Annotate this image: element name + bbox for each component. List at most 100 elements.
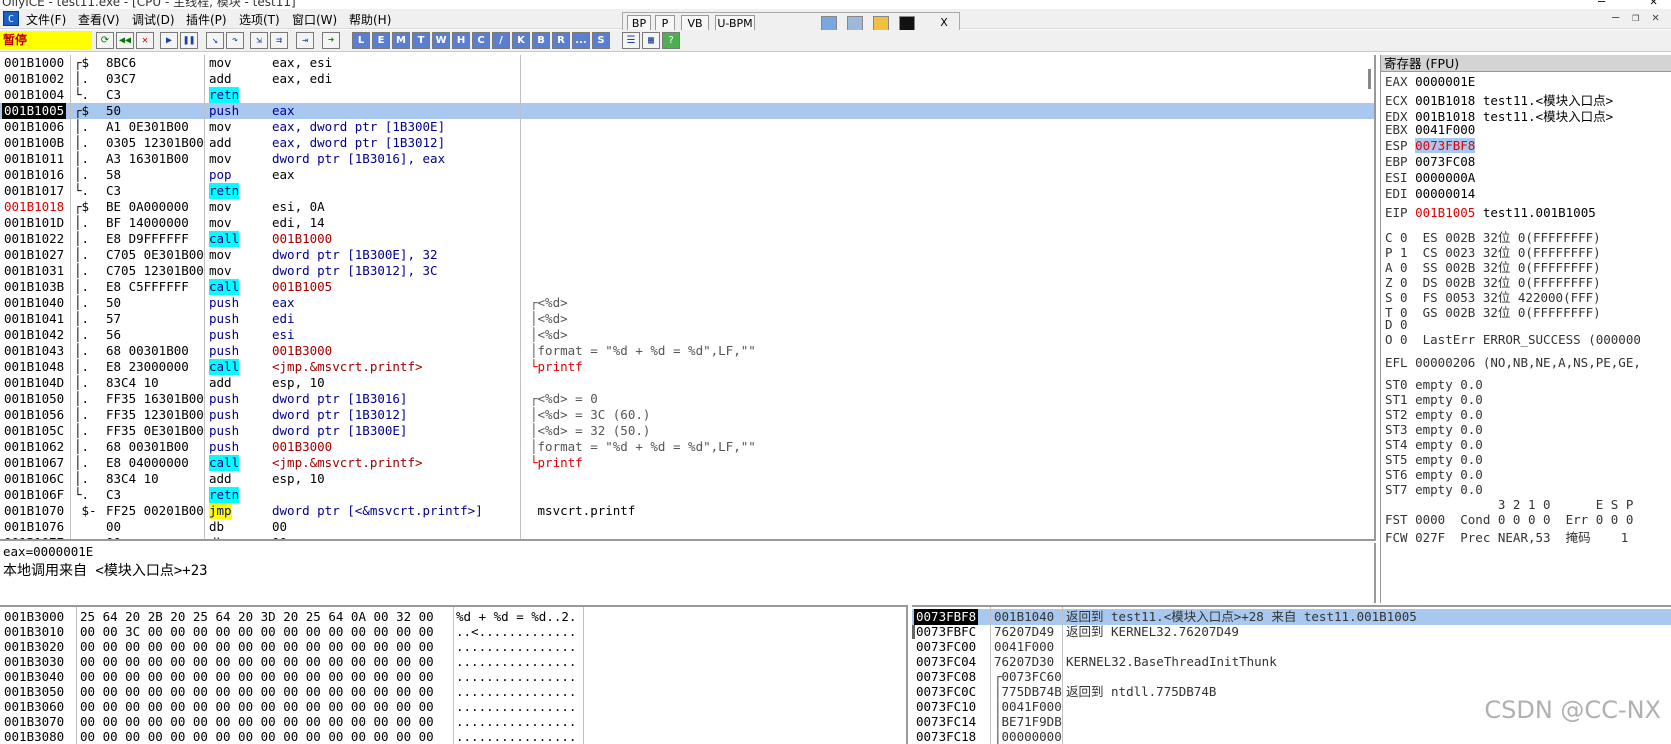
close-window-icon[interactable]: ✕ [1650,0,1657,8]
disasm-row[interactable]: 001B100B │. 0305 12301B00 add eax, dword ptr… [0,135,1374,151]
disasm-row[interactable]: 001B1027 │. C705 0E301B00 mov dword ptr [1B3… [0,247,1374,263]
app-icon[interactable]: C [3,11,19,26]
disasm-operand: <jmp.&msvcrt.printf> [272,359,423,374]
disasm-row[interactable]: 001B1000 ┌$ 8BC6 mov eax, esi [0,55,1374,71]
disasm-address: 001B105C [4,423,65,438]
disasm-row[interactable]: 001B1050 │. FF35 16301B00 push dword ptr [1B… [0,391,1374,407]
disasm-mnemonic: add [209,375,232,390]
child-restore-icon[interactable]: ❐ [1632,10,1639,24]
disasm-row[interactable]: 001B1002 │. 03C7 add eax, edi [0,71,1374,87]
disasm-address: 001B106F [4,487,65,502]
menu-options[interactable]: 选项(T) [239,11,280,28]
reload-icon[interactable]: ⟳ [96,32,114,49]
menu-file[interactable]: 文件(F) [26,11,66,28]
disasm-row[interactable]: 001B1070 $- FF25 00201B00 jmp dword ptr [<&… [0,503,1374,519]
stack-row[interactable]: 0073FC04 76207D30 KERNEL32.BaseThreadInitT… [912,654,1671,670]
register-esi-part: 0000000A [1415,170,1476,185]
dump-ascii: %d + %d = %d..2. [456,609,577,624]
disasm-comment: │<%d> [530,311,568,326]
flag-row: O 0 LastErr ERROR_SUCCESS (000000 [1385,332,1648,347]
toolbar-button-w[interactable]: W [432,32,450,49]
child-close-icon[interactable]: ✕ [1652,10,1659,24]
disasm-row[interactable]: 001B104D │. 83C4 10 add esp, 10 [0,375,1374,391]
register-ebp: EBP 0073FC08 [1385,154,1490,169]
child-minimize-icon[interactable]: ‒ [1612,10,1619,24]
toolbar-button-r[interactable]: R [552,32,570,49]
rewind-icon[interactable]: ◀◀ [116,32,134,49]
disasm-operand: eax [272,167,295,182]
disasm-row[interactable]: 001B103B │. E8 C5FFFFFF call 001B1005 [0,279,1374,295]
stack-row[interactable]: 0073FC08 ┌0073FC60 [912,669,1671,685]
fpu-st-row: ST0 empty 0.0 [1385,377,1490,392]
step-over-icon[interactable]: ↷ [226,32,244,49]
disasm-row[interactable]: 001B1017 └. C3 retn [0,183,1374,199]
disasm-comment: └printf [530,455,583,470]
disasm-hex: FF35 16301B00 [106,391,204,406]
disasm-row[interactable]: 001B105C │. FF35 0E301B00 push dword ptr [1B… [0,423,1374,439]
disasm-row[interactable]: 001B1077 00 db 00 [0,535,1374,539]
disasm-row[interactable]: 001B1067 │. E8 04000000 call <jmp.&msvcrt.pr… [0,455,1374,471]
disasm-row[interactable]: 001B1005 ┌$ 50 push eax [0,103,1374,119]
info-pane: eax=0000001E 本地调用来自 <模块入口点>+23 [0,543,1376,603]
trace-into-icon[interactable]: ⇲ [250,32,268,49]
stack-row[interactable]: 0073FBFC 76207D49 返回到 KERNEL32.76207D49 [912,624,1671,640]
disasm-scroll-thumb[interactable] [1368,69,1371,89]
disasm-hex: 50 [106,295,122,310]
disasm-row[interactable]: 001B1076 00 db 00 [0,519,1374,535]
disasm-hex: C3 [106,487,122,502]
toolbar-button-c[interactable]: C [472,32,490,49]
menu-window[interactable]: 窗口(W) [292,11,337,28]
disasm-row[interactable]: 001B1022 │. E8 D9FFFFFF call 001B1000 [0,231,1374,247]
toolbar-button-h[interactable]: H [452,32,470,49]
toolbar-button-dots[interactable]: ... [572,32,590,49]
menu-plugins[interactable]: 插件(P) [186,11,227,28]
menu-help[interactable]: 帮助(H) [349,11,391,28]
disasm-row[interactable]: 001B106F └. C3 retn [0,487,1374,503]
disasm-row[interactable]: 001B1011 │. A3 16301B00 mov dword ptr [1B301… [0,151,1374,167]
stack-row[interactable]: 0073FBF8 001B1040 返回到 test11.<模块入口点>+28 来自… [912,609,1671,625]
disasm-row[interactable]: 001B1006 │. A1 0E301B00 mov eax, dword ptr [… [0,119,1374,135]
dump-hex: 00 00 00 00 00 00 00 00 00 00 00 00 00 0… [80,654,434,669]
goto-icon[interactable]: ➜ [322,32,340,49]
run-icon[interactable]: ▶ [160,32,178,49]
toolbar-button-e[interactable]: E [372,32,390,49]
toolbar-button-s[interactable]: S [592,32,610,49]
menu-debug[interactable]: 调试(D) [132,11,175,28]
disasm-row[interactable]: 001B101D │. BF 14000000 mov edi, 14 [0,215,1374,231]
toolbar-button-k[interactable]: K [512,32,530,49]
grid-icon[interactable]: ▦ [642,32,660,49]
toolbar-button-l[interactable]: L [352,32,370,49]
stack-row[interactable]: 0073FC00 0041F000 [912,639,1671,655]
disasm-row[interactable]: 001B1041 │. 57 push edi │<%d> [0,311,1374,327]
register-ebp-part: 0073FC08 [1415,154,1476,169]
stack-row[interactable]: 0073FC18 │00000000 [912,729,1671,744]
disasm-bracket: │. [74,311,90,326]
disasm-row[interactable]: 001B1031 │. C705 12301B00 mov dword ptr [1B3… [0,263,1374,279]
disasm-row[interactable]: 001B1056 │. FF35 12301B00 push dword ptr [1B… [0,407,1374,423]
disasm-row[interactable]: 001B1040 │. 50 push eax ┌<%d> [0,295,1374,311]
help-icon[interactable]: ? [662,32,680,49]
toolbar-button-t[interactable]: T [412,32,430,49]
stack-address: 0073FC14 [916,714,977,729]
disasm-row[interactable]: 001B1018 ┌$ BE 0A000000 mov esi, 0A [0,199,1374,215]
toolbar-button-slash[interactable]: / [492,32,510,49]
disasm-row[interactable]: 001B1062 │. 68 00301B00 push 001B3000 │format… [0,439,1374,455]
close-program-icon[interactable]: ✕ [136,32,154,49]
step-into-icon[interactable]: ↘ [206,32,224,49]
pause-icon[interactable]: ❚❚ [180,32,198,49]
disasm-row[interactable]: 001B1043 │. 68 00301B00 push 001B3000 │format… [0,343,1374,359]
disasm-row[interactable]: 001B1016 │. 58 pop eax [0,167,1374,183]
trace-over-icon[interactable]: ⇉ [270,32,288,49]
disasm-row[interactable]: 001B1004 └. C3 retn [0,87,1374,103]
list-icon[interactable]: ☰ [622,32,640,49]
disasm-row[interactable]: 001B1048 │. E8 23000000 call <jmp.&msvcrt.pr… [0,359,1374,375]
toolbar-button-m[interactable]: M [392,32,410,49]
disasm-mnemonic: retn [209,487,240,503]
disasm-bracket: │. [74,359,90,374]
disasm-row[interactable]: 001B1042 │. 56 push esi │<%d> [0,327,1374,343]
toolbar-button-b[interactable]: B [532,32,550,49]
disasm-row[interactable]: 001B106C │. 83C4 10 add esp, 10 [0,471,1374,487]
menu-view[interactable]: 查看(V) [78,11,120,28]
minimize-icon[interactable]: — [1598,0,1605,8]
execute-till-return-icon[interactable]: ⇥ [296,32,314,49]
